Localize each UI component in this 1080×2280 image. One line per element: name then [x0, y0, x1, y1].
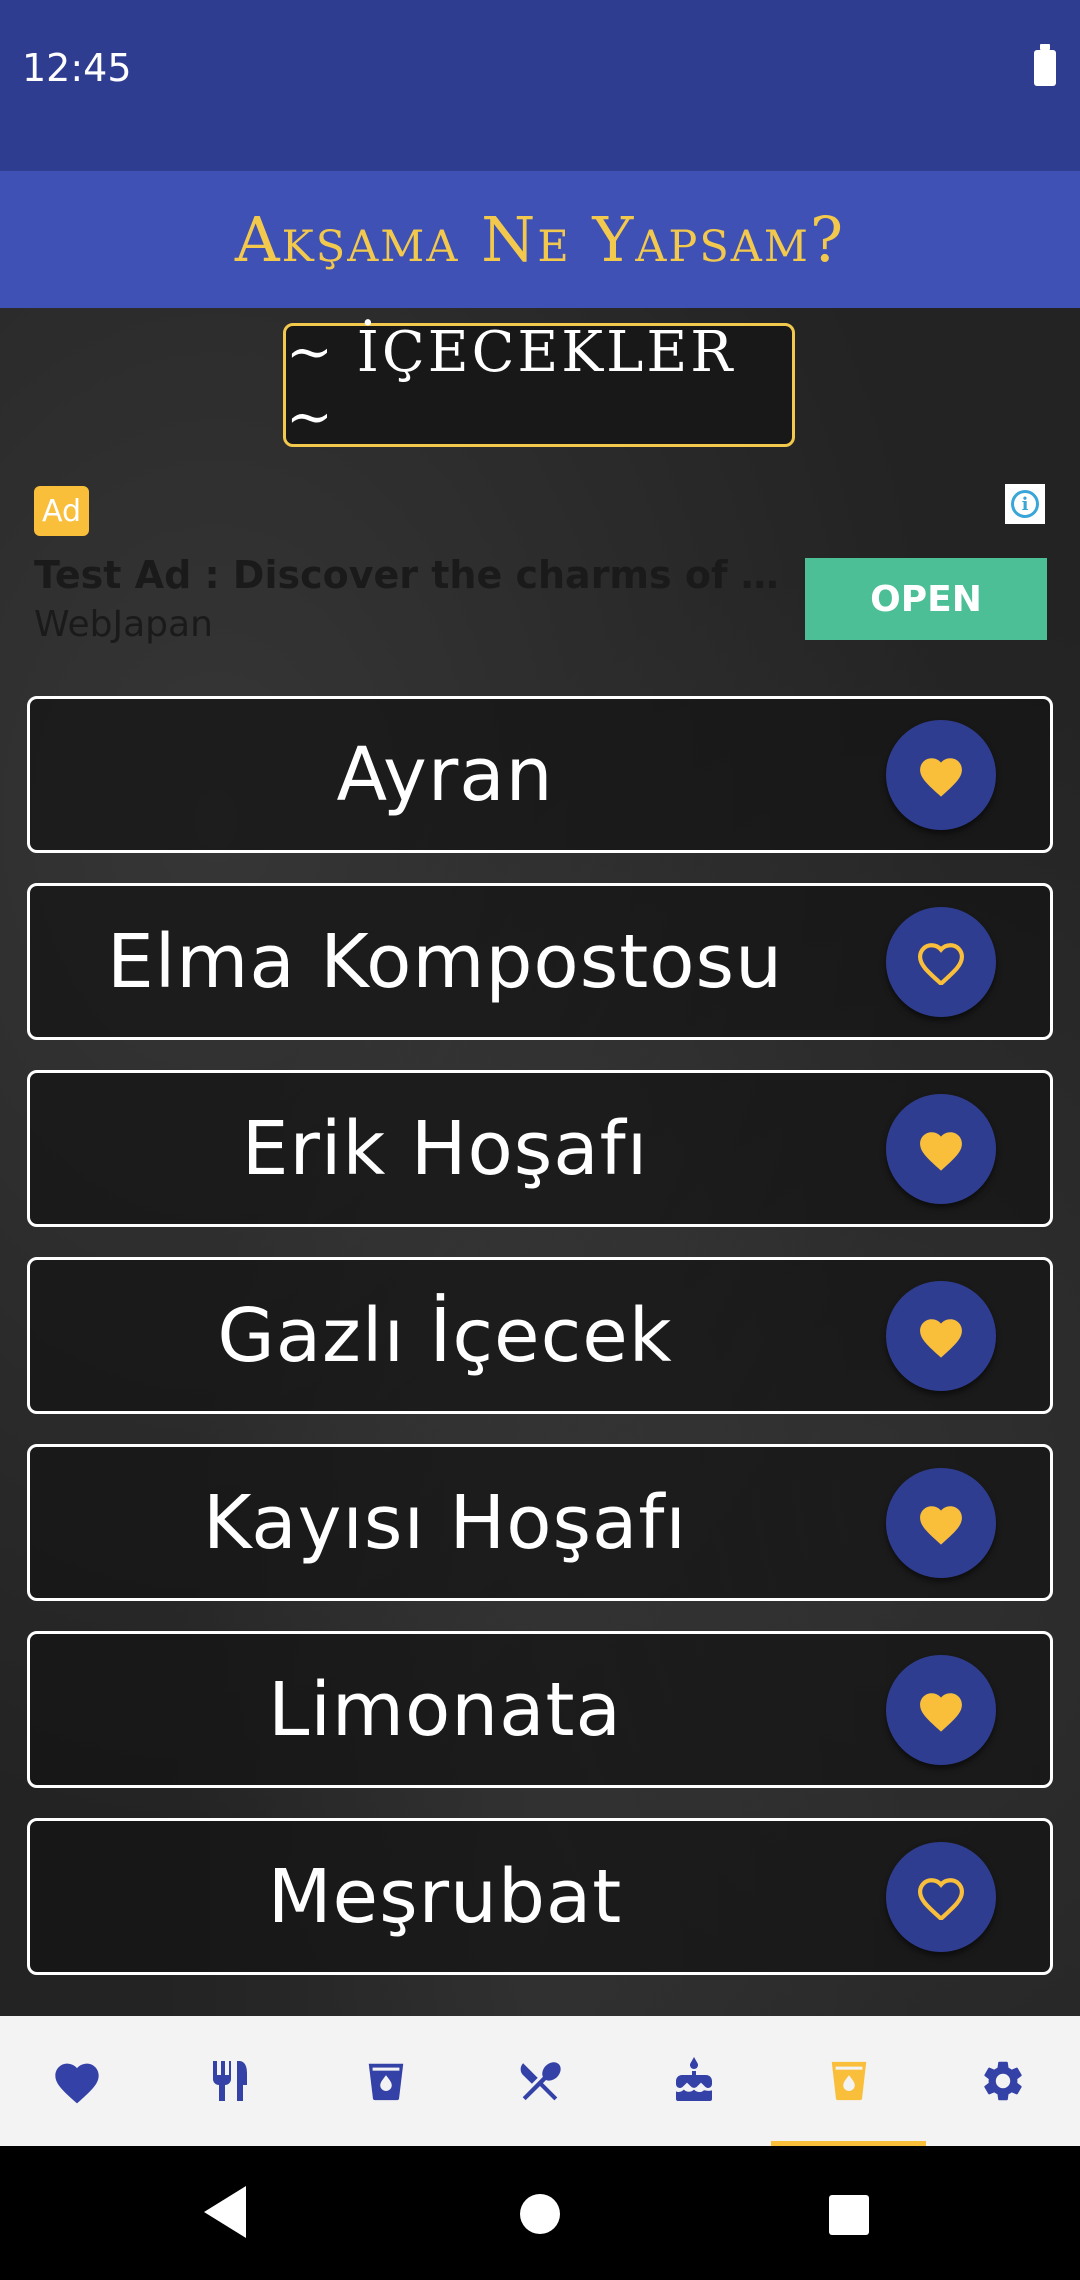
favorite-button[interactable]: [886, 1655, 996, 1765]
nav-item-crossed-utensils[interactable]: [463, 2016, 617, 2146]
ad-title[interactable]: Test Ad : Discover the charms of Ja...: [34, 553, 784, 597]
fork-knife-icon: [207, 2056, 255, 2106]
heart-icon: [51, 2057, 103, 2105]
cake-icon: [670, 2056, 718, 2106]
nav-item-fork-knife[interactable]: [154, 2016, 308, 2146]
gear-icon: [979, 2057, 1027, 2105]
drink-name: Kayısı Hoşafı: [203, 1479, 687, 1566]
drink-name: Elma Kompostosu: [106, 918, 783, 1005]
drink-list-item[interactable]: Kayısı Hoşafı: [27, 1444, 1053, 1601]
app-bar: Akşama Ne Yapsam?: [0, 171, 1080, 308]
bottom-navigation: [0, 2016, 1080, 2146]
soup-bowl-icon: [363, 2056, 409, 2106]
heart-filled-icon: [915, 1500, 967, 1546]
drink-list-item[interactable]: Limonata: [27, 1631, 1053, 1788]
recents-icon[interactable]: [828, 2194, 870, 2236]
heart-filled-icon: [915, 752, 967, 798]
drink-list-item[interactable]: Elma Kompostosu: [27, 883, 1053, 1040]
nav-item-drink-cup[interactable]: [771, 2016, 926, 2146]
drink-name: Ayran: [336, 731, 554, 818]
favorite-button[interactable]: [886, 1842, 996, 1952]
favorite-button[interactable]: [886, 1094, 996, 1204]
heart-outline-icon: [915, 939, 967, 985]
crossed-utensils-icon: [515, 2056, 565, 2106]
heart-filled-icon: [915, 1687, 967, 1733]
status-time: 12:45: [22, 46, 132, 90]
favorite-button[interactable]: [886, 720, 996, 830]
battery-icon: [1034, 44, 1056, 86]
drink-cup-icon: [826, 2056, 872, 2106]
nav-item-cake[interactable]: [617, 2016, 771, 2146]
chalkboard-background: ~ İÇECEKLER ~ Ad i Test Ad : Discover th…: [0, 308, 1080, 2016]
status-bar: 12:45: [0, 0, 1080, 171]
drink-name: Limonata: [268, 1666, 622, 1753]
section-title: ~ İÇECEKLER ~: [286, 320, 736, 450]
ad-open-button[interactable]: OPEN: [805, 558, 1047, 640]
nav-item-heart[interactable]: [0, 2016, 154, 2146]
section-header: ~ İÇECEKLER ~: [283, 320, 795, 450]
app-title: Akşama Ne Yapsam?: [234, 203, 846, 276]
favorite-button[interactable]: [886, 907, 996, 1017]
nav-item-gear[interactable]: [926, 2016, 1080, 2146]
drink-name: Erik Hoşafı: [241, 1105, 649, 1192]
heart-filled-icon: [915, 1126, 967, 1172]
ad-badge: Ad: [34, 486, 89, 536]
heart-filled-icon: [915, 1313, 967, 1359]
heart-outline-icon: [915, 1874, 967, 1920]
drink-list-item[interactable]: Gazlı İçecek: [27, 1257, 1053, 1414]
home-icon[interactable]: [518, 2192, 562, 2236]
favorite-button[interactable]: [886, 1468, 996, 1578]
back-icon[interactable]: [200, 2182, 250, 2242]
ad-advertiser: WebJapan: [34, 604, 213, 645]
drink-name: Gazlı İçecek: [217, 1292, 673, 1379]
favorite-button[interactable]: [886, 1281, 996, 1391]
drink-list-item[interactable]: Meşrubat: [27, 1818, 1053, 1975]
system-navigation-bar: [0, 2146, 1080, 2280]
ad-info-icon[interactable]: i: [1005, 484, 1045, 524]
nav-item-soup-bowl[interactable]: [309, 2016, 463, 2146]
drink-name: Meşrubat: [267, 1853, 623, 1940]
drink-list: Ayran Elma Kompostosu Erik Hoşafı Gazlı İçe…: [27, 696, 1053, 2005]
drink-list-item[interactable]: Ayran: [27, 696, 1053, 853]
drink-list-item[interactable]: Erik Hoşafı: [27, 1070, 1053, 1227]
